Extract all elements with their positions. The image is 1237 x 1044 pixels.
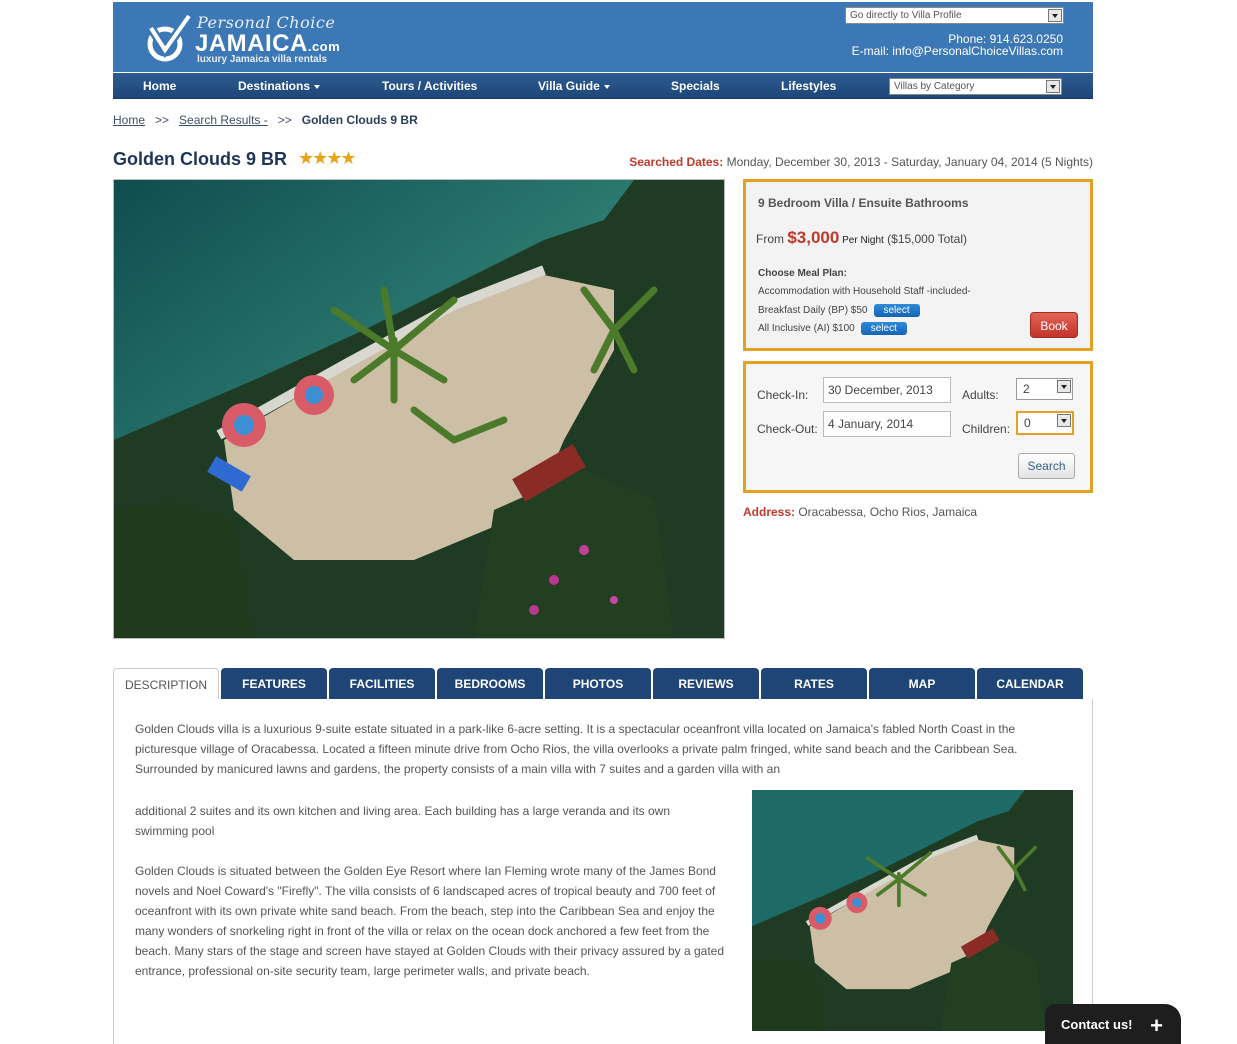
select-all-inclusive-button[interactable]: select — [860, 322, 907, 335]
tab-reviews[interactable]: REVIEWS — [653, 668, 759, 700]
dropdown-arrow-icon[interactable] — [1048, 9, 1062, 22]
checkout-label: Check-Out: — [757, 422, 818, 436]
detail-tabs: DESCRIPTION FEATURES FACILITIES BEDROOMS… — [113, 668, 1093, 700]
nav-item-tours[interactable]: Tours / Activities — [382, 79, 477, 93]
tab-facilities[interactable]: FACILITIES — [329, 668, 435, 700]
total-price: ($15,000 Total) — [883, 232, 967, 246]
tab-map[interactable]: MAP — [869, 668, 975, 700]
logo-wordmark: JAMAICA — [195, 30, 308, 57]
nav-item-label: Destinations — [238, 79, 311, 93]
star-rating-icon: ★★★★ — [298, 148, 357, 168]
price-line: From $3,000 Per Night ($15,000 Total) — [756, 228, 967, 248]
breadcrumb-home[interactable]: Home — [113, 113, 145, 127]
nav-caret-icon — [603, 84, 610, 89]
meal-plan-included: Accommodation with Household Staff -incl… — [758, 286, 971, 297]
per-night-label: Per Night — [839, 235, 884, 246]
beach-photo-image — [114, 180, 724, 638]
tab-features[interactable]: FEATURES — [221, 668, 327, 700]
room-type: 9 Bedroom Villa / Ensuite Bathrooms — [758, 196, 969, 210]
villa-address: Address: Oracabessa, Ocho Rios, Jamaica — [743, 505, 977, 519]
contact-email[interactable]: E-mail: info@PersonalChoiceVillas.com — [852, 44, 1063, 58]
nav-caret-icon — [314, 84, 321, 89]
children-select[interactable]: 0 — [1016, 411, 1074, 435]
site-header: Personal Choice JAMAICA.com luxury Jamai… — [113, 2, 1093, 72]
address-label: Address: — [743, 505, 796, 519]
meal-plan-all-inclusive: All Inclusive (AI) $100 select — [758, 322, 907, 335]
adults-select-value: 2 — [1023, 382, 1030, 396]
logo-tagline: luxury Jamaica villa rentals — [197, 54, 328, 65]
search-button[interactable]: Search — [1018, 453, 1075, 479]
meal-plan-heading: Choose Meal Plan: — [758, 268, 847, 279]
book-button[interactable]: Book — [1030, 312, 1078, 338]
nav-item-lifestyles[interactable]: Lifestyles — [781, 79, 836, 93]
nav-item-villa-guide[interactable]: Villa Guide — [538, 79, 610, 93]
adults-select[interactable]: 2 — [1016, 378, 1073, 400]
searched-dates-value: Monday, December 30, 2013 - Saturday, Ja… — [723, 155, 1093, 169]
villa-thumbnail-photo[interactable] — [752, 790, 1073, 1031]
select-breakfast-button[interactable]: select — [873, 304, 920, 317]
checkout-field[interactable]: 4 January, 2014 — [823, 411, 951, 437]
breadcrumb: Home >> Search Results - >> Golden Clouds 9 … — [113, 113, 418, 127]
description-paragraph-2: additional 2 suites and its own kitchen … — [135, 804, 671, 838]
villa-main-photo[interactable] — [113, 179, 725, 639]
nav-item-home[interactable]: Home — [143, 79, 176, 93]
nav-item-label: Tours / Activities — [382, 79, 478, 93]
main-nav: Home Destinations Tours / Activities Vil… — [113, 73, 1093, 99]
tab-description[interactable]: DESCRIPTION — [113, 668, 219, 700]
dropdown-arrow-icon[interactable] — [1057, 380, 1071, 393]
beach-thumbnail-image — [752, 790, 1073, 1031]
meal-plan-breakfast: Breakfast Daily (BP) $50 select — [758, 304, 920, 317]
meal-plan-all-inclusive-label: All Inclusive (AI) $100 — [758, 323, 855, 335]
breadcrumb-separator: >> — [155, 113, 170, 127]
checkin-label: Check-In: — [757, 388, 809, 402]
breadcrumb-search-results[interactable]: Search Results - — [179, 113, 268, 127]
logo-dotcom: .com — [307, 39, 341, 54]
tab-bedrooms[interactable]: BEDROOMS — [437, 668, 543, 700]
booking-panel: 9 Bedroom Villa / Ensuite Bathrooms From… — [743, 179, 1093, 351]
description-paragraph-3: Golden Clouds is situated between the Go… — [135, 864, 725, 978]
plus-icon: + — [1150, 1013, 1163, 1038]
dropdown-arrow-icon[interactable] — [1046, 80, 1060, 93]
children-select-value: 0 — [1024, 416, 1031, 430]
nav-item-label: Home — [143, 79, 177, 93]
adults-label: Adults: — [962, 388, 999, 402]
breadcrumb-current: Golden Clouds 9 BR — [301, 113, 418, 127]
tab-rates[interactable]: RATES — [761, 668, 867, 700]
children-label: Children: — [962, 422, 1011, 436]
contact-us-label: Contact us! — [1061, 1017, 1133, 1032]
nav-item-specials[interactable]: Specials — [671, 79, 720, 93]
searched-dates: Searched Dates: Monday, December 30, 201… — [629, 155, 1093, 169]
tab-calendar[interactable]: CALENDAR — [977, 668, 1083, 700]
nav-item-destinations[interactable]: Destinations — [238, 79, 321, 93]
checkin-field[interactable]: 30 December, 2013 — [823, 377, 951, 403]
price-from: From — [756, 232, 788, 246]
villa-profile-select[interactable]: Go directly to Villa Profile — [845, 7, 1064, 24]
description-panel: Golden Clouds villa is a luxurious 9-sui… — [113, 699, 1093, 1044]
tab-photos[interactable]: PHOTOS — [545, 668, 651, 700]
nightly-price: $3,000 — [787, 228, 840, 247]
nav-item-label: Lifestyles — [781, 79, 837, 93]
nav-item-label: Specials — [671, 79, 720, 93]
page-title: Golden Clouds 9 BR — [113, 149, 288, 169]
category-select-value: Villas by Category — [894, 81, 975, 92]
contact-us-button[interactable]: Contact us! + — [1045, 1004, 1181, 1044]
description-paragraph-1: Golden Clouds villa is a luxurious 9-sui… — [135, 722, 1018, 776]
category-select[interactable]: Villas by Category — [889, 78, 1062, 95]
site-logo[interactable]: Personal Choice JAMAICA.com luxury Jamai… — [143, 10, 403, 68]
villa-profile-select-value: Go directly to Villa Profile — [850, 10, 962, 21]
meal-plan-breakfast-label: Breakfast Daily (BP) $50 — [758, 305, 868, 317]
logo-check-icon — [147, 14, 193, 62]
date-search-panel: Check-In: 30 December, 2013 Check-Out: 4… — [743, 361, 1093, 493]
breadcrumb-separator: >> — [277, 113, 292, 127]
searched-dates-label: Searched Dates: — [629, 155, 724, 169]
dropdown-arrow-icon[interactable] — [1057, 414, 1071, 427]
nav-item-label: Villa Guide — [538, 79, 600, 93]
address-value: Oracabessa, Ocho Rios, Jamaica — [795, 505, 978, 519]
